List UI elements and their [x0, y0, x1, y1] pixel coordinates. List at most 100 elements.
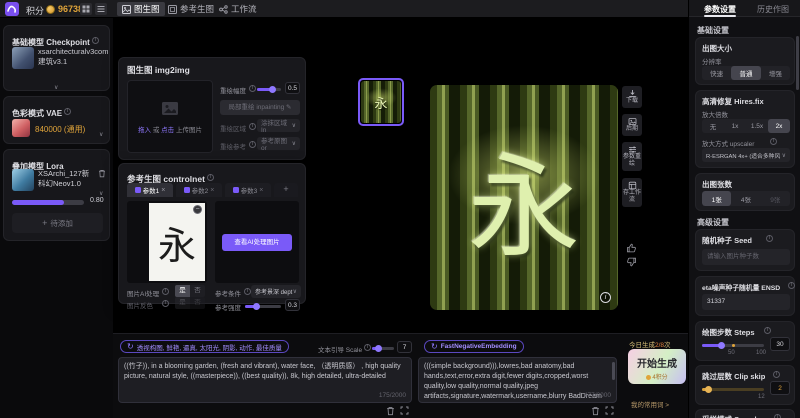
- preprocess-toggle[interactable]: 是 否: [175, 285, 205, 297]
- toggle-yes[interactable]: 是: [175, 297, 190, 309]
- favorites-link[interactable]: 我的常用词 >: [631, 399, 669, 409]
- upload-dropzone[interactable]: 拖入 或 点击 上传图片: [127, 80, 213, 153]
- tab-img2img[interactable]: 图生图: [117, 2, 165, 16]
- reference-image: 永: [149, 203, 205, 281]
- result-thumbnail[interactable]: 永: [358, 78, 404, 126]
- close-icon[interactable]: ×: [210, 187, 214, 194]
- basic-section-label: 基础设置: [697, 25, 729, 36]
- postedit-button[interactable]: 后期: [622, 114, 642, 136]
- generate-button[interactable]: 开始生成 4积分: [628, 349, 686, 384]
- controlnet-tab-1[interactable]: 参数1 ×: [127, 183, 173, 197]
- option-normal[interactable]: 普通: [731, 66, 760, 80]
- toggle-no[interactable]: 否: [190, 297, 205, 309]
- seed-input[interactable]: 请输入图片种子数: [702, 249, 790, 265]
- checkpoint-card[interactable]: 基础模型 Checkpoint xsarchitecturalv3com建筑v3…: [3, 25, 110, 91]
- controlnet-tab-2[interactable]: 参数2 ×: [176, 183, 222, 197]
- controlnet-add-tab[interactable]: +: [274, 183, 298, 197]
- expand-icon[interactable]: [605, 406, 614, 415]
- strength-slider[interactable]: [245, 305, 281, 308]
- upscaler-select[interactable]: R-ESRGAN 4x+ (适合多种风: [702, 148, 790, 162]
- chevron-down-icon[interactable]: [54, 76, 58, 94]
- info-icon: [249, 123, 256, 130]
- daily-suffix: 次: [664, 342, 671, 349]
- lora-thumbnail: [12, 169, 34, 191]
- expand-icon[interactable]: [400, 406, 409, 415]
- inpaint-ref-select[interactable]: 参考原图 or: [257, 137, 300, 150]
- prompt-tags-pill[interactable]: ↻ 透视构图, 鲜艳, 逼真, 太阳光, 阴影, 动作, 最佳质量: [120, 340, 289, 353]
- invert-label: 图片反色: [127, 300, 153, 310]
- tab-parameters[interactable]: 参数设置: [704, 4, 736, 15]
- close-icon[interactable]: ×: [161, 187, 165, 194]
- ensd-input[interactable]: 31337: [702, 294, 790, 310]
- cfg-scale-slider[interactable]: [372, 347, 394, 350]
- trash-icon[interactable]: [386, 406, 395, 416]
- option-9-images[interactable]: 9张: [761, 191, 790, 206]
- grid-view-icon[interactable]: [80, 3, 92, 15]
- chevron-down-icon[interactable]: [99, 123, 103, 141]
- panel-scrollbar[interactable]: [796, 36, 799, 90]
- thumbs-down-icon[interactable]: [626, 257, 637, 267]
- save-workflow-button[interactable]: 存工作流: [622, 178, 642, 207]
- option-4-images[interactable]: 4张: [731, 191, 760, 206]
- denoise-slider[interactable]: [257, 88, 281, 91]
- option-2x[interactable]: 2x: [768, 119, 790, 133]
- frame-icon: [168, 5, 177, 14]
- reuse-params-button[interactable]: 参数重绘: [622, 142, 642, 171]
- inpaint-ref-label: 重绘参考: [220, 141, 246, 151]
- refresh-icon[interactable]: ↻: [127, 343, 134, 351]
- close-icon[interactable]: ×: [259, 187, 263, 194]
- steps-mid-tick: 50: [728, 350, 735, 356]
- remove-image-icon[interactable]: −: [193, 205, 202, 214]
- view-processed-button[interactable]: 查看AI处理图片: [222, 234, 292, 251]
- inpainting-button[interactable]: 局部重绘 inpainting ✎: [220, 100, 300, 115]
- invert-toggle[interactable]: 是 否: [175, 297, 205, 309]
- controlnet-tab-3[interactable]: 参数3 ×: [225, 183, 271, 197]
- option-1-5x[interactable]: 1.5x: [746, 119, 768, 133]
- tab-active-underline: [704, 15, 736, 17]
- condition-select[interactable]: 参考景深 dept: [251, 285, 301, 298]
- negative-prompt-input[interactable]: (((simple background))),lowres,bad anato…: [418, 357, 617, 403]
- prompt-tags-text: 透视构图, 鲜艳, 逼真, 太阳光, 阴影, 动作, 最佳质量: [137, 342, 282, 352]
- positive-prompt-input[interactable]: ((竹子)), in a blooming garden, (fresh and…: [118, 357, 412, 403]
- option-enhanced[interactable]: 增强: [761, 66, 790, 80]
- clip-skip-slider[interactable]: [702, 388, 764, 391]
- image-info-icon[interactable]: i: [600, 292, 611, 303]
- lora-name: XSArchi_127新科幻Neov1.0: [38, 169, 94, 189]
- option-none[interactable]: 无: [702, 119, 724, 133]
- generated-image[interactable]: 永 i: [430, 85, 618, 310]
- option-1x[interactable]: 1x: [724, 119, 746, 133]
- menu-icon[interactable]: [95, 3, 107, 15]
- daily-quota: 今日生成2/8次: [629, 339, 671, 349]
- upscaler-value: R-ESRGAN 4x+ (适合多种风: [706, 151, 780, 160]
- thumbs-up-icon[interactable]: [626, 243, 637, 253]
- controlnet-image-box[interactable]: 永 −: [127, 201, 207, 283]
- denoise-value[interactable]: 0.5: [285, 82, 300, 94]
- option-1-image[interactable]: 1张: [702, 191, 731, 206]
- lora-weight-slider[interactable]: [12, 200, 84, 205]
- trash-icon[interactable]: [591, 406, 600, 416]
- tab-history[interactable]: 历史作图: [757, 4, 789, 15]
- tab-label: 工作流: [231, 3, 257, 15]
- toggle-no[interactable]: 否: [190, 285, 205, 297]
- steps-slider[interactable]: [702, 344, 764, 347]
- trash-icon[interactable]: [98, 169, 106, 178]
- refresh-icon[interactable]: ↻: [431, 343, 438, 351]
- tab-workflow[interactable]: 工作流: [214, 2, 262, 16]
- app-logo[interactable]: [5, 2, 19, 16]
- cfg-scale-value[interactable]: 7: [397, 341, 412, 353]
- option-fast[interactable]: 快速: [702, 66, 731, 80]
- lora-weight-value: 0.80: [90, 197, 104, 204]
- vae-card[interactable]: 色彩模式 VAE 840000 (通用): [3, 96, 110, 144]
- lora-add-button[interactable]: + 待添加: [12, 213, 103, 233]
- scrollbar-thumb[interactable]: [612, 362, 615, 380]
- clip-skip-value[interactable]: 2: [770, 381, 790, 395]
- tab-ref-gen[interactable]: 参考生图: [163, 2, 219, 16]
- negative-embedding-pill[interactable]: ↻ FastNegativeEmbedding: [424, 340, 524, 353]
- strength-label: 参考强度: [215, 302, 241, 312]
- steps-value[interactable]: 30: [770, 337, 790, 351]
- download-button[interactable]: 下载: [622, 86, 642, 108]
- strength-value[interactable]: 0.3: [285, 299, 300, 311]
- toggle-yes[interactable]: 是: [175, 285, 190, 297]
- inpaint-area-select[interactable]: 涂抹区域 In: [257, 119, 300, 132]
- lora-card[interactable]: 叠加模型 Lora XSArchi_127新科幻Neov1.0 0.80 + 待…: [3, 149, 110, 241]
